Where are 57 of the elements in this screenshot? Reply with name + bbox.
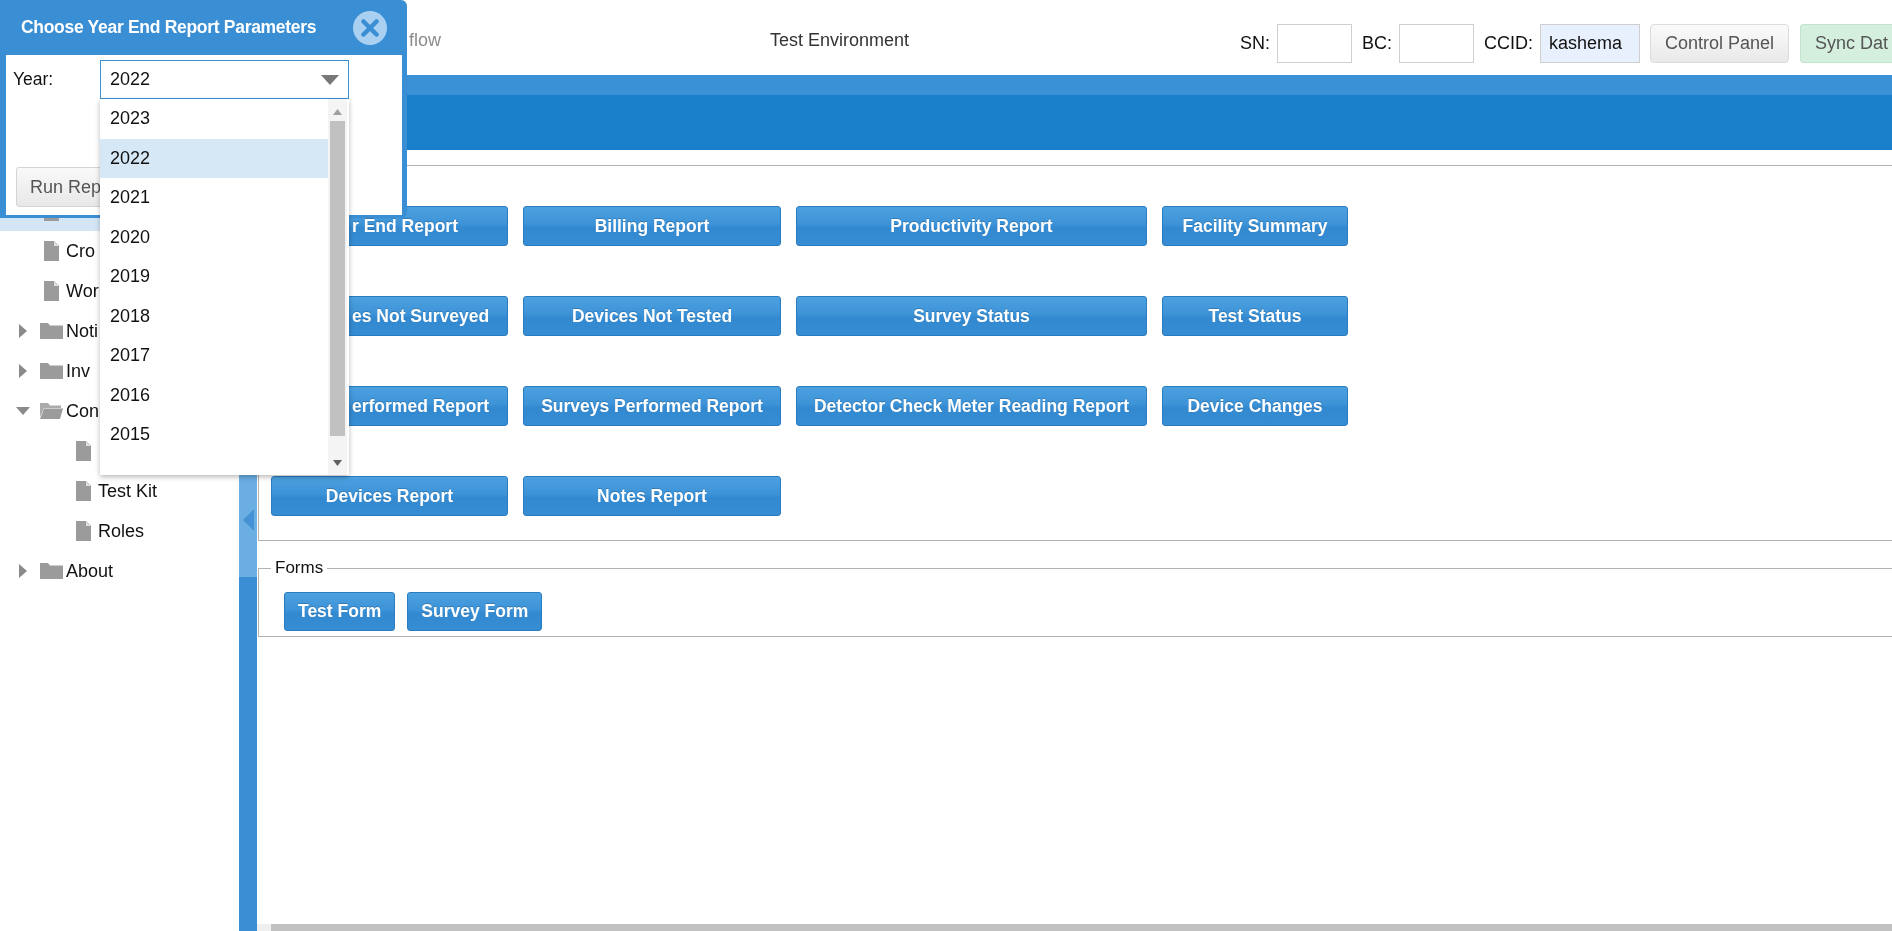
file-icon [43, 281, 59, 301]
caret-down-icon [321, 74, 339, 85]
field-label: Year: [13, 69, 55, 90]
folder-icon [39, 323, 63, 339]
form-button[interactable]: Survey Form [407, 592, 543, 631]
tree-item[interactable]: Noti [0, 311, 98, 351]
tree-item[interactable]: About [0, 551, 114, 591]
report-button[interactable]: Devices Not Tested [523, 296, 781, 336]
report-button[interactable]: Productivity Report [796, 206, 1147, 246]
report-button[interactable]: Facility Summary [1162, 206, 1348, 246]
folder-icon [39, 363, 63, 379]
report-button[interactable]: Billing Report [523, 206, 781, 246]
input-field[interactable] [1276, 24, 1352, 63]
tree-item[interactable]: Cro [0, 231, 95, 271]
tree-item[interactable]: Roles [0, 511, 145, 551]
dialog-title: Choose Year End Report Parameters [21, 17, 317, 38]
input-field[interactable] [1398, 24, 1474, 63]
file-icon [75, 441, 91, 461]
tree-item[interactable]: Inv [0, 351, 90, 391]
caret-right-icon[interactable] [19, 564, 27, 578]
dropdown-option[interactable]: 2023 [100, 99, 328, 139]
input-field[interactable]: kashema [1539, 24, 1640, 63]
toolbar-button[interactable]: Sync Dat [1800, 24, 1892, 63]
report-button[interactable]: Surveys Performed Report [523, 386, 781, 426]
field-label: BC: [1361, 33, 1392, 54]
report-button[interactable]: Detector Check Meter Reading Report [796, 386, 1147, 426]
close-icon [361, 18, 379, 37]
horizontal-scrollbar[interactable] [257, 924, 1892, 931]
caret-right-icon[interactable] [19, 364, 27, 378]
report-button[interactable]: Survey Status [796, 296, 1147, 336]
file-icon [43, 241, 59, 261]
tree-item[interactable]: Con [0, 391, 100, 431]
tree-item[interactable]: Test Kit [0, 471, 158, 511]
tree-item[interactable]: Wor [0, 271, 99, 311]
file-icon [75, 481, 91, 501]
dropdown-option[interactable]: 2019 [100, 257, 328, 297]
forms-legend: Forms [271, 558, 328, 578]
app-title: flow [409, 29, 441, 51]
report-button[interactable]: Test Status [1162, 296, 1348, 336]
close-button[interactable] [353, 10, 387, 45]
caret-down-icon[interactable] [16, 407, 30, 415]
caret-right-icon[interactable] [19, 324, 27, 338]
report-button[interactable]: Notes Report [523, 476, 781, 516]
file-icon [75, 521, 91, 541]
dropdown-option[interactable]: 2022 [100, 138, 328, 178]
report-button[interactable]: Device Changes [1162, 386, 1348, 426]
open-folder-icon [39, 403, 63, 419]
folder-icon [39, 563, 63, 579]
toolbar-button[interactable]: Control Panel [1649, 24, 1789, 63]
field-label: CCID: [1483, 33, 1533, 54]
dropdown-option[interactable]: 2017 [100, 336, 328, 376]
field-label: SN: [1239, 33, 1270, 54]
environment-label: Test Environment [770, 29, 910, 51]
scrollbar-drawing[interactable] [328, 99, 347, 475]
report-button[interactable]: Devices Report [271, 476, 508, 516]
year-select[interactable]: 2022 [100, 60, 349, 99]
caret-left-icon [242, 509, 254, 531]
